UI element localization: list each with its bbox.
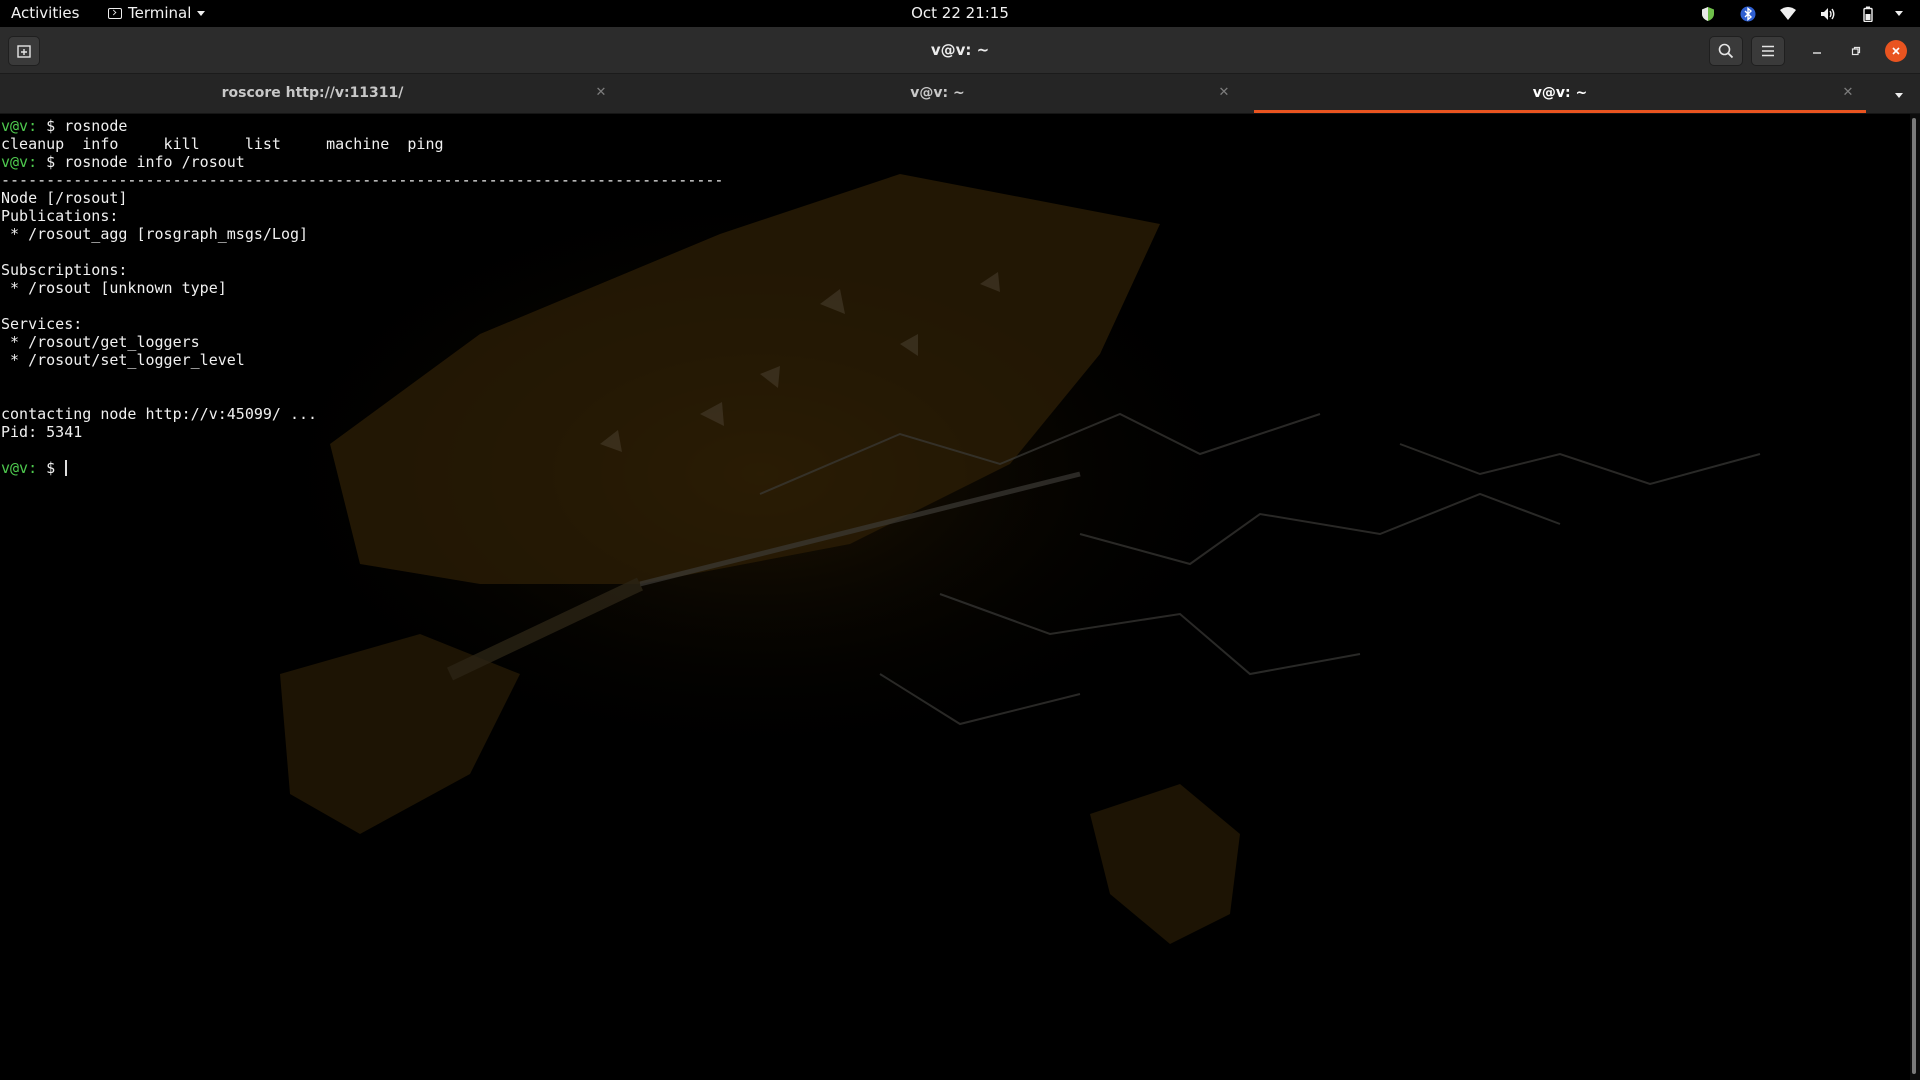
terminal-output-line: ----------------------------------------… [1, 171, 723, 189]
clock[interactable]: Oct 22 21:15 [911, 4, 1009, 22]
system-menu-chevron-icon[interactable] [1888, 3, 1910, 24]
terminal-header-bar: v@v: ~ [0, 27, 1920, 74]
app-menu-label: Terminal [128, 4, 192, 22]
terminal-icon [108, 7, 122, 19]
terminal-output-line: Publications: [1, 207, 723, 225]
command-text: $ [37, 459, 65, 477]
terminal-prompt-line: v@v: $ [1, 459, 723, 477]
new-tab-icon [17, 45, 31, 58]
search-button[interactable] [1709, 36, 1743, 66]
terminal-output-line: Node [/rosout] [1, 189, 723, 207]
search-icon [1718, 43, 1734, 59]
shell-prompt: v@v: [1, 117, 38, 135]
app-menu-button[interactable]: Terminal [108, 4, 206, 22]
output-text: Services: [1, 315, 83, 333]
terminal-view[interactable]: v@v: $ rosnode cleanup info kill list mac… [0, 114, 1910, 1080]
terminal-output-line: Pid: 5341 [1, 423, 723, 441]
terminal-scrollbar[interactable] [1910, 114, 1920, 1080]
minimize-button[interactable] [1806, 40, 1828, 62]
shell-prompt: v@v: [1, 153, 38, 171]
tab-label: v@v: ~ [910, 85, 965, 101]
tab-roscore[interactable]: roscore http://v:11311/ ✕ [0, 74, 625, 114]
output-text: Publications: [1, 207, 119, 225]
scrollbar-thumb[interactable] [1912, 118, 1916, 1074]
output-text: * /rosout [unknown type] [1, 279, 227, 297]
close-icon [1892, 47, 1900, 55]
bluetooth-icon[interactable] [1728, 3, 1768, 24]
shell-prompt: v@v: [1, 459, 38, 477]
activities-button[interactable]: Activities [11, 4, 79, 22]
close-window-button[interactable] [1885, 40, 1907, 62]
tab-overflow-button[interactable] [1889, 90, 1909, 100]
window-title: v@v: ~ [930, 41, 990, 59]
terminal-output-line: Services: [1, 315, 723, 333]
output-text: Subscriptions: [1, 261, 128, 279]
wifi-icon[interactable] [1768, 3, 1808, 24]
tab-bar: roscore http://v:11311/ ✕ v@v: ~ ✕ v@v: … [0, 74, 1920, 114]
tab-shell-2[interactable]: v@v: ~ ✕ [625, 74, 1250, 114]
maximize-button[interactable] [1845, 40, 1867, 62]
terminal-output-line: * /rosout/get_loggers [1, 333, 723, 351]
terminal-output-line: * /rosout_agg [rosgraph_msgs/Log] [1, 225, 723, 243]
output-text: Pid: 5341 [1, 423, 83, 441]
output-text: * /rosout/set_logger_level [1, 351, 245, 369]
top-bar: Activities Terminal Oct 22 21:15 [0, 0, 1920, 27]
output-text: * /rosout_agg [rosgraph_msgs/Log] [1, 225, 309, 243]
system-tray[interactable] [1688, 3, 1910, 24]
new-tab-button[interactable] [8, 36, 40, 66]
battery-icon[interactable] [1848, 3, 1888, 24]
terminal-output-line: * /rosout/set_logger_level [1, 351, 723, 369]
output-text: * /rosout/get_loggers [1, 333, 200, 351]
terminal-output-line: contacting node http://v:45099/ ... [1, 405, 723, 423]
terminal-output-line: Subscriptions: [1, 261, 723, 279]
chevron-down-icon [1895, 92, 1903, 98]
minimize-icon [1813, 52, 1821, 54]
dropdown-arrow-icon [197, 10, 206, 16]
terminal-prompt-line: v@v: $ rosnode [1, 117, 723, 135]
shield-icon[interactable] [1688, 3, 1728, 24]
text-cursor [65, 460, 68, 476]
terminal-output-line: cleanup info kill list machine ping [1, 135, 723, 153]
tab-label: roscore http://v:11311/ [221, 85, 404, 101]
output-text: contacting node http://v:45099/ ... [1, 405, 318, 423]
command-text: $ rosnode info /rosout [37, 153, 245, 171]
hamburger-menu-button[interactable] [1751, 36, 1785, 66]
tab-close-icon[interactable]: ✕ [1839, 84, 1857, 102]
hamburger-icon [1762, 45, 1774, 57]
tab-shell-3-active[interactable]: v@v: ~ ✕ [1254, 74, 1866, 114]
terminal-output: v@v: $ rosnode cleanup info kill list mac… [1, 117, 723, 477]
output-text: cleanup info kill list machine ping [1, 135, 444, 153]
output-text: Node [/rosout] [1, 189, 128, 207]
terminal-output-line: * /rosout [unknown type] [1, 279, 723, 297]
output-text: ----------------------------------------… [1, 171, 724, 189]
command-text: $ rosnode [37, 117, 128, 135]
tab-label: v@v: ~ [1532, 85, 1588, 101]
volume-icon[interactable] [1808, 3, 1848, 24]
terminal-prompt-line: v@v: $ rosnode info /rosout [1, 153, 723, 171]
restore-icon [1851, 46, 1861, 56]
tab-close-icon[interactable]: ✕ [592, 84, 610, 102]
tab-close-icon[interactable]: ✕ [1215, 84, 1233, 102]
active-tab-indicator [1254, 110, 1866, 113]
